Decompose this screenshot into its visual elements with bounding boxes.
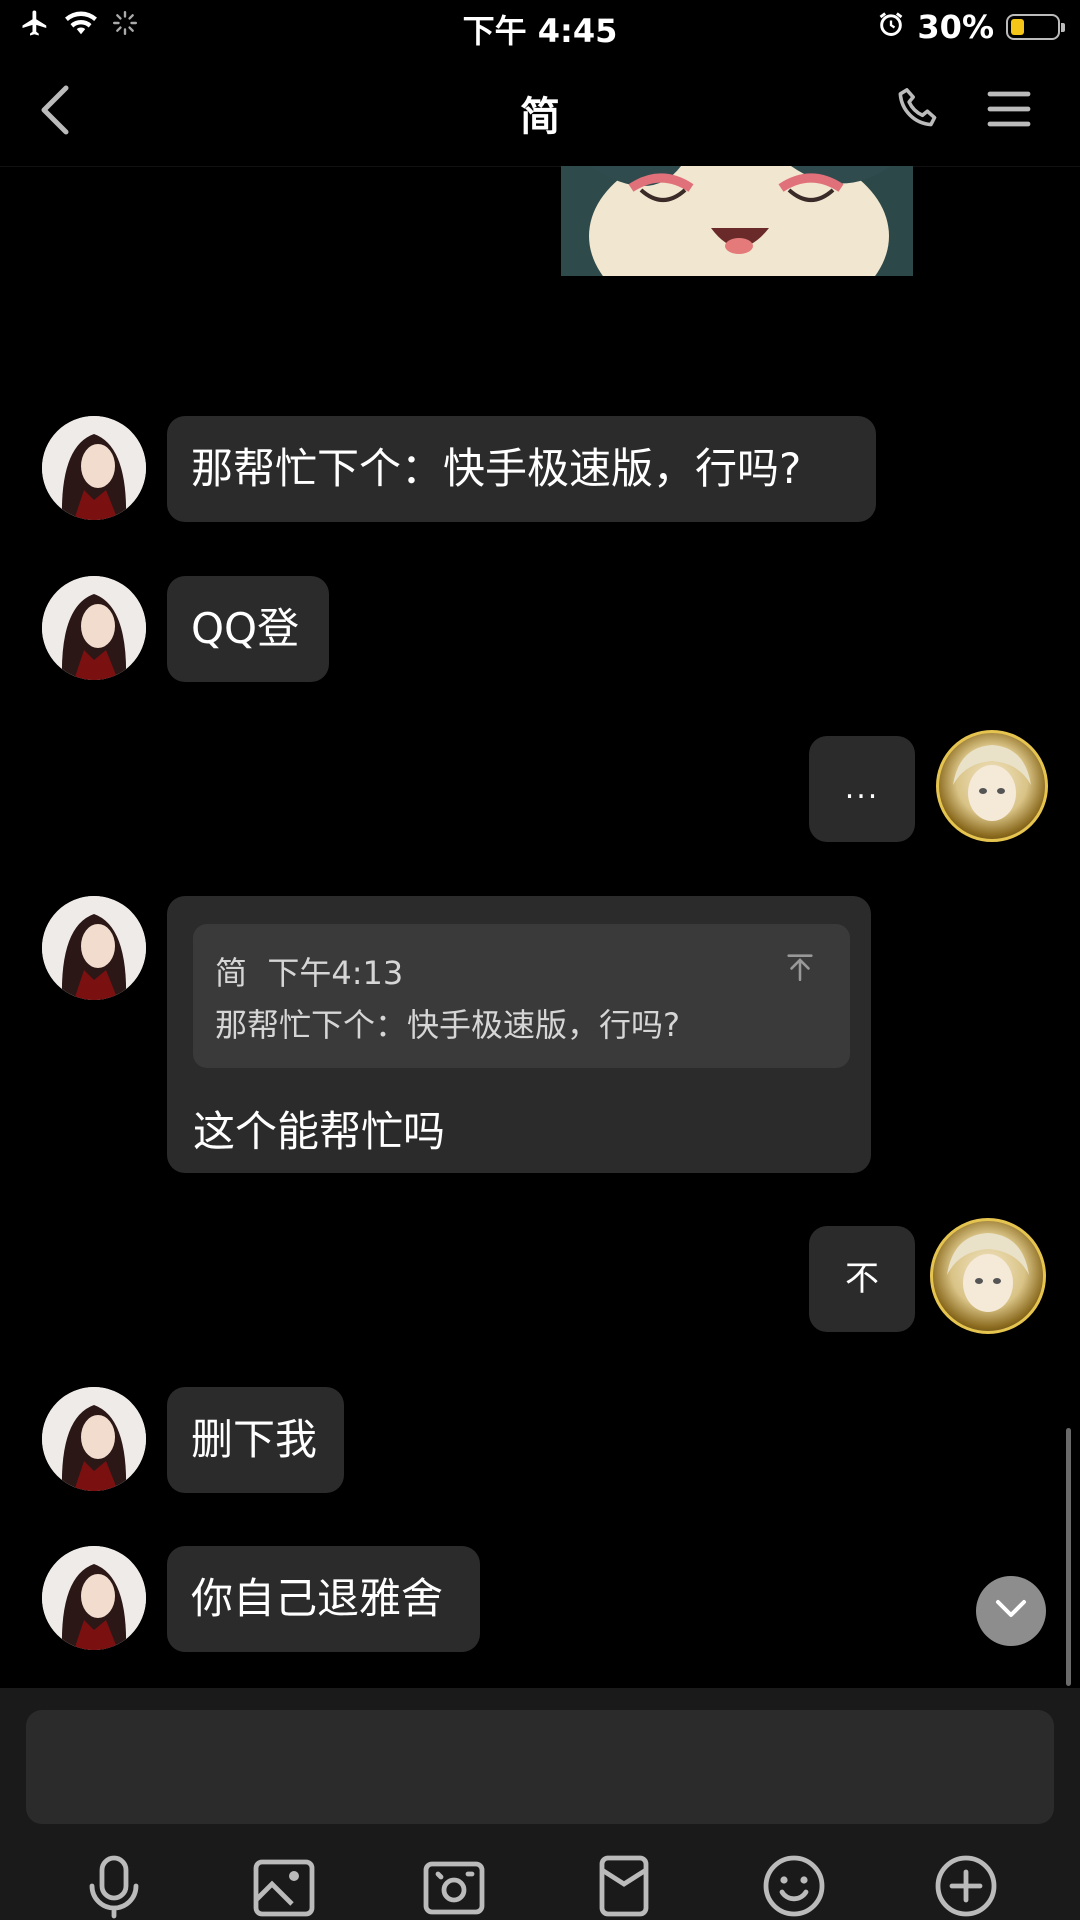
message-bubble[interactable]: QQ登 (167, 576, 329, 682)
microphone-icon[interactable] (80, 1852, 148, 1920)
battery-icon (1006, 14, 1065, 40)
message-text: 不 (845, 1258, 879, 1299)
message-text: 那帮忙下个：快手极速版，行吗? (191, 443, 802, 493)
message-bubble[interactable]: 不 (809, 1226, 915, 1332)
my-avatar[interactable] (936, 730, 1048, 842)
message-bubble[interactable]: 你自己退雅舍 (167, 1546, 480, 1652)
menu-icon[interactable] (986, 88, 1032, 134)
avatar[interactable] (42, 416, 146, 520)
reply-time: 下午4:13 (267, 954, 404, 992)
phone-icon[interactable] (892, 82, 946, 140)
message-bubble[interactable]: 删下我 (167, 1387, 344, 1493)
message-bubble-with-reply[interactable]: 简 下午4:13 那帮忙下个：快手极速版，行吗? 这个能帮忙吗 (167, 896, 871, 1173)
message-input[interactable] (26, 1710, 1054, 1824)
scrollbar[interactable] (1066, 1428, 1071, 1686)
plus-icon[interactable] (932, 1852, 1000, 1920)
nav-bar: 简 (0, 54, 1080, 167)
message-text: 删下我 (191, 1414, 318, 1464)
chevron-down-icon (994, 1598, 1028, 1624)
message-text: 这个能帮忙吗 (193, 1107, 446, 1156)
reply-meta: 简 下午4:13 (215, 948, 403, 994)
battery-percent: 30% (917, 8, 994, 46)
message-bubble[interactable]: ... (809, 736, 915, 842)
message-text: ... (844, 771, 880, 806)
avatar[interactable] (42, 1546, 146, 1650)
battery-fill (1011, 19, 1024, 35)
my-avatar[interactable] (930, 1218, 1046, 1334)
reply-sender: 简 (215, 954, 248, 992)
message-text: 你自己退雅舍 (191, 1573, 444, 1623)
reply-quote-box[interactable]: 简 下午4:13 那帮忙下个：快手极速版，行吗? (193, 924, 850, 1068)
scroll-to-bottom-button[interactable] (976, 1576, 1046, 1646)
red-packet-icon[interactable] (590, 1852, 658, 1920)
avatar[interactable] (42, 896, 146, 1000)
alarm-icon (877, 8, 905, 46)
avatar[interactable] (42, 1387, 146, 1491)
avatar[interactable] (42, 576, 146, 680)
camera-icon[interactable] (420, 1852, 488, 1920)
sticker-image[interactable] (561, 166, 913, 276)
emoji-icon[interactable] (760, 1852, 828, 1920)
status-bar: 下午 4:45 30% (0, 0, 1080, 54)
image-icon[interactable] (250, 1852, 318, 1920)
message-text: QQ登 (191, 603, 300, 653)
jump-to-top-icon[interactable] (783, 950, 817, 988)
reply-quote-text: 那帮忙下个：快手极速版，行吗? (215, 1006, 680, 1044)
message-bubble[interactable]: 那帮忙下个：快手极速版，行吗? (167, 416, 876, 522)
